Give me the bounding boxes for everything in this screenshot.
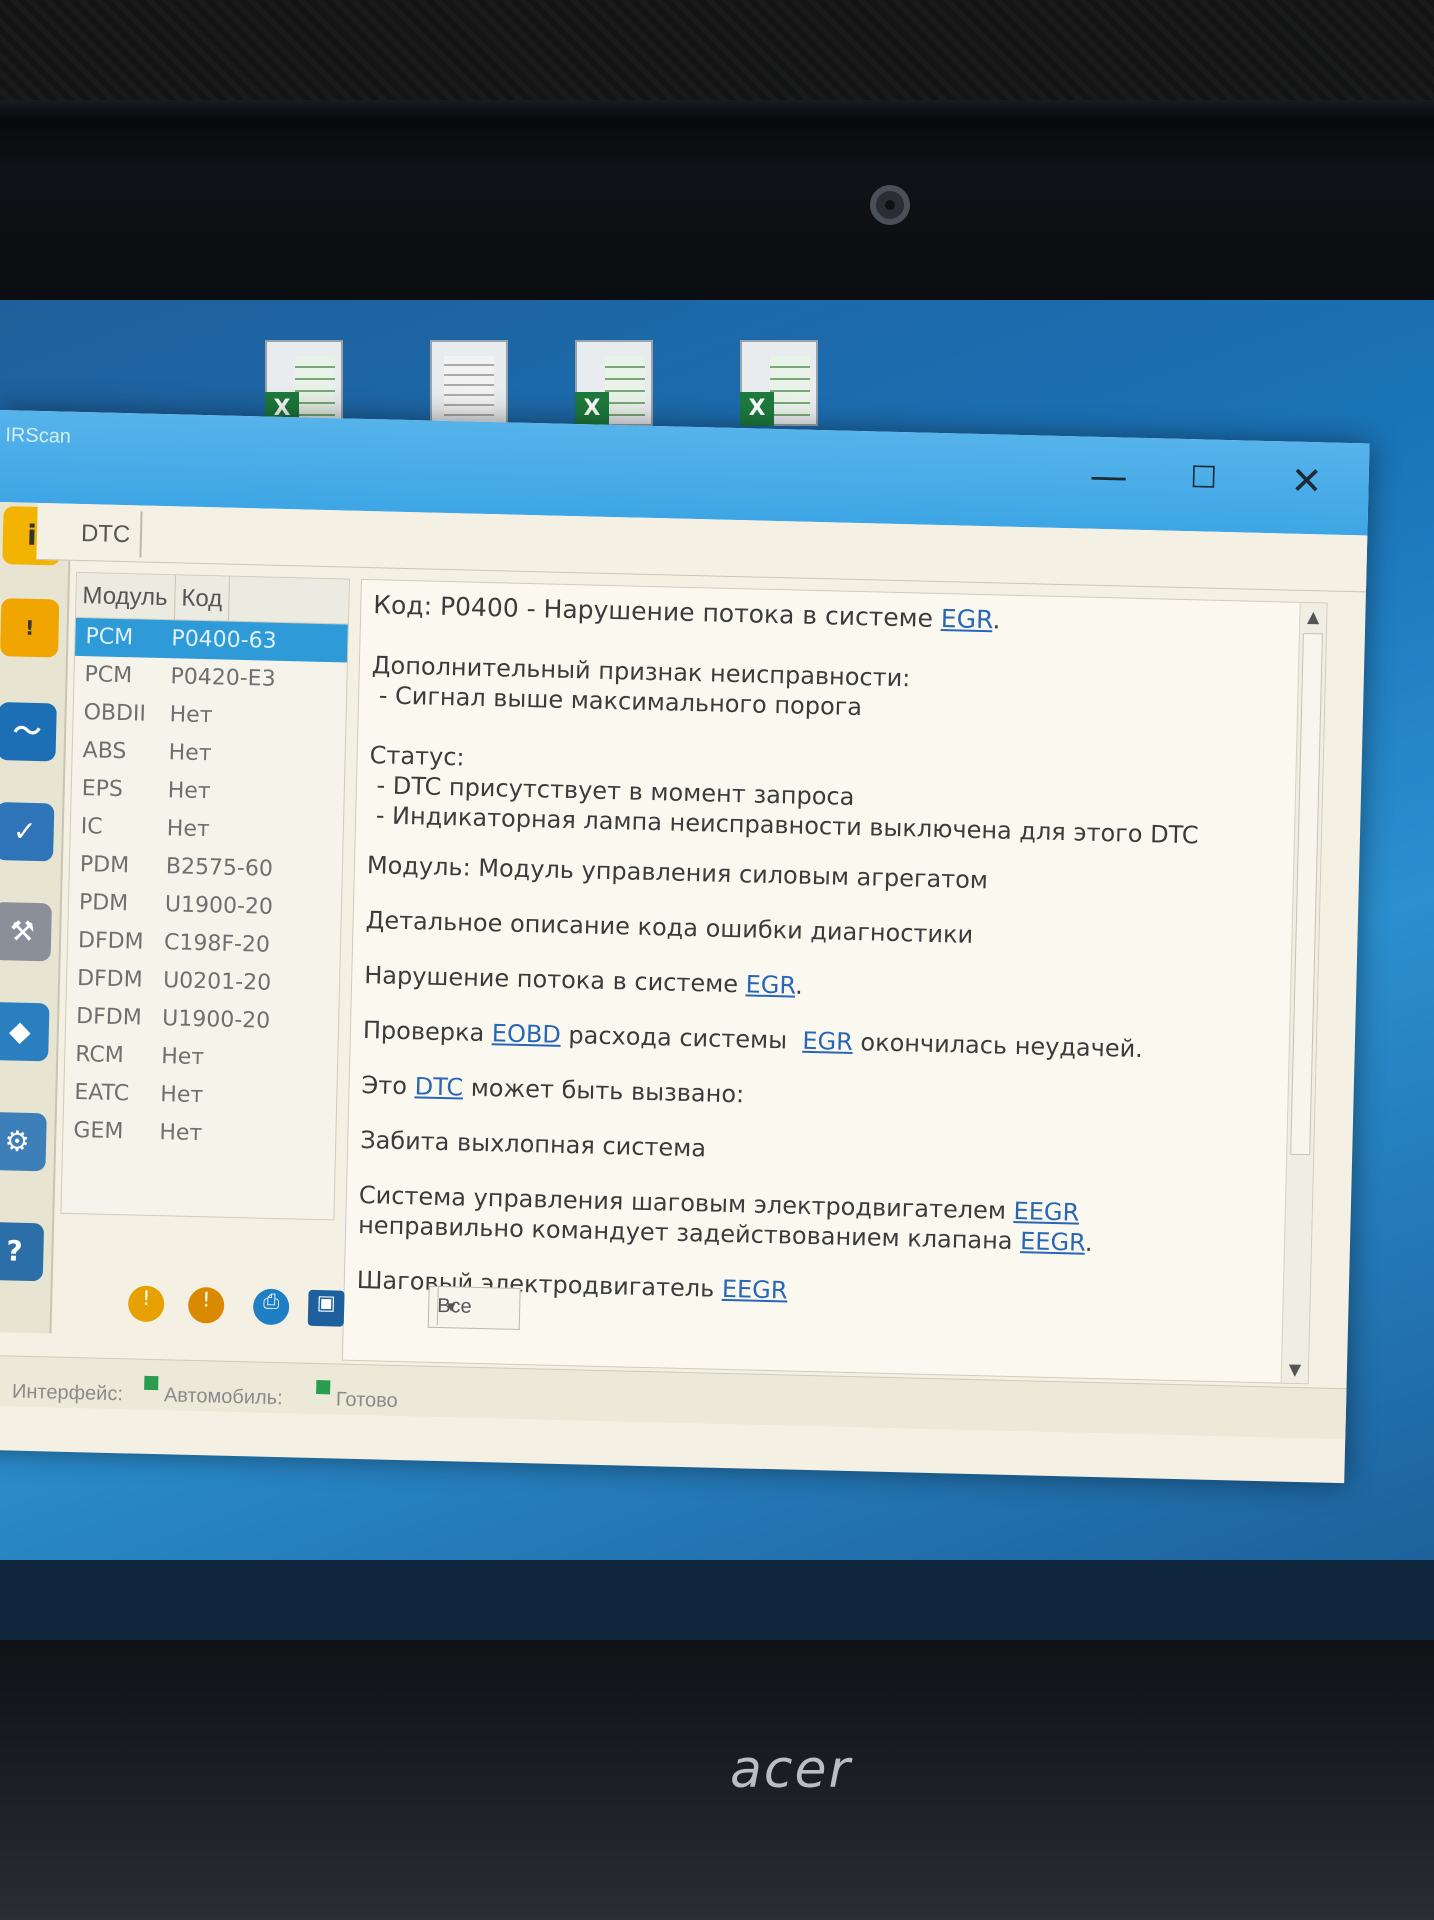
link-dtc[interactable]: DTC xyxy=(414,1072,463,1101)
laptop-bottom-bezel xyxy=(0,1640,1434,1920)
module-chip-icon[interactable]: ◆ xyxy=(0,1001,50,1062)
list-row[interactable]: DFDM U1900-20 xyxy=(66,998,339,1043)
list-row[interactable]: PDM B2575-60 xyxy=(69,846,342,891)
list-row[interactable]: PCM P0400-63 xyxy=(75,617,348,663)
scroll-thumb[interactable] xyxy=(1290,632,1323,1156)
module-code-list[interactable]: Модуль Код PCM P0400-63 PCM P0420-E3 OBDII… xyxy=(60,571,350,1221)
status-ready: Готово xyxy=(316,1376,398,1412)
dtc-title: Код: P0400 - Нарушение потока в системе … xyxy=(373,590,1001,635)
column-header-module[interactable]: Модуль xyxy=(75,572,177,620)
bottom-toolbar: ! ! ⎙ ▣ xyxy=(57,1262,345,1359)
link-eobd[interactable]: EOBD xyxy=(492,1019,562,1049)
link-eegr[interactable]: EEGR xyxy=(1013,1197,1079,1227)
excel-file-icon[interactable]: X xyxy=(575,340,653,426)
link-egr[interactable]: EGR xyxy=(802,1027,853,1056)
oscilloscope-icon[interactable]: 〜 xyxy=(0,702,57,762)
checklist-icon[interactable]: ✓ xyxy=(0,802,55,862)
laptop-top-bezel xyxy=(0,100,1434,330)
status-vehicle: Автомобиль: xyxy=(144,1372,283,1409)
wrench-icon[interactable]: ⚒ xyxy=(0,901,52,962)
read-codes-icon[interactable]: ! xyxy=(127,1285,165,1323)
link-egr[interactable]: EGR xyxy=(745,970,795,999)
settings-gear-icon[interactable]: ⚙ xyxy=(0,1111,47,1172)
list-row[interactable]: EATC Нет xyxy=(64,1074,337,1119)
list-row[interactable]: PDM U1900-20 xyxy=(69,884,342,929)
save-icon[interactable]: ▣ xyxy=(307,1289,345,1327)
details-scrollbar[interactable]: ▲ ▼ xyxy=(1280,602,1327,1384)
link-eegr[interactable]: EEGR xyxy=(722,1275,788,1305)
list-row[interactable]: RCM Нет xyxy=(65,1036,338,1081)
scroll-down-icon[interactable]: ▼ xyxy=(1282,1360,1308,1380)
webcam-icon xyxy=(870,185,910,225)
help-icon[interactable]: ? xyxy=(0,1221,45,1282)
maximize-button[interactable]: ☐ xyxy=(1173,453,1234,504)
cause-item: Забита выхлопная система xyxy=(359,1126,707,1163)
check-line: Проверка EOBD расхода системы EGR окончи… xyxy=(362,1016,1144,1064)
laptop-brand-logo: acer xyxy=(730,1740,852,1800)
app-title: IRScan xyxy=(5,424,72,448)
list-row[interactable]: IC Нет xyxy=(70,808,343,853)
list-row[interactable]: ABS Нет xyxy=(72,732,345,777)
list-row[interactable]: DFDM C198F-20 xyxy=(68,922,341,967)
excel-file-icon[interactable]: X xyxy=(265,340,343,426)
cause-line: Это DTC может быть вызвано: xyxy=(361,1071,745,1109)
list-row[interactable]: PCM P0420-E3 xyxy=(74,656,347,701)
chevron-down-icon[interactable]: ▼ xyxy=(436,1286,465,1326)
link-egr[interactable]: EGR xyxy=(941,604,993,634)
filter-select[interactable]: Все ▼ xyxy=(427,1285,521,1330)
scroll-up-icon[interactable]: ▲ xyxy=(1300,607,1326,627)
module-line: Модуль: Модуль управления силовым агрега… xyxy=(366,851,989,895)
list-row[interactable]: EPS Нет xyxy=(71,770,344,815)
list-row[interactable]: OBDII Нет xyxy=(73,694,346,739)
print-icon[interactable]: ⎙ xyxy=(252,1288,290,1326)
tab-dtc[interactable]: DTC xyxy=(74,509,143,558)
dtc-warning-icon[interactable]: ! xyxy=(0,598,60,658)
excel-file-icon[interactable]: X xyxy=(740,340,818,426)
link-eegr[interactable]: EEGR xyxy=(1020,1227,1085,1257)
document-file-icon[interactable] xyxy=(430,340,508,426)
app-window: IRScan — ☐ ✕ i ! 〜 ✓ ⚒ ◆ ⚙ ? DTC Модуль … xyxy=(0,410,1370,1484)
leather-background xyxy=(0,0,1434,110)
minimize-button[interactable]: — xyxy=(1078,450,1139,501)
cause-item: Система управления шаговым электродвигат… xyxy=(357,1181,1093,1257)
list-header: Модуль Код xyxy=(75,572,349,625)
close-button[interactable]: ✕ xyxy=(1276,455,1337,506)
list-row[interactable]: DFDM U0201-20 xyxy=(67,960,340,1005)
list-row[interactable]: GEM Нет xyxy=(63,1112,336,1157)
dtc-details-panel: Код: P0400 - Нарушение потока в системе … xyxy=(341,578,1328,1385)
description-label: Детальное описание кода ошибки диагности… xyxy=(365,906,974,949)
clear-codes-icon[interactable]: ! xyxy=(187,1286,225,1324)
column-header-code[interactable]: Код xyxy=(174,575,230,621)
description-line: Нарушение потока в системе EGR. xyxy=(363,961,804,1000)
